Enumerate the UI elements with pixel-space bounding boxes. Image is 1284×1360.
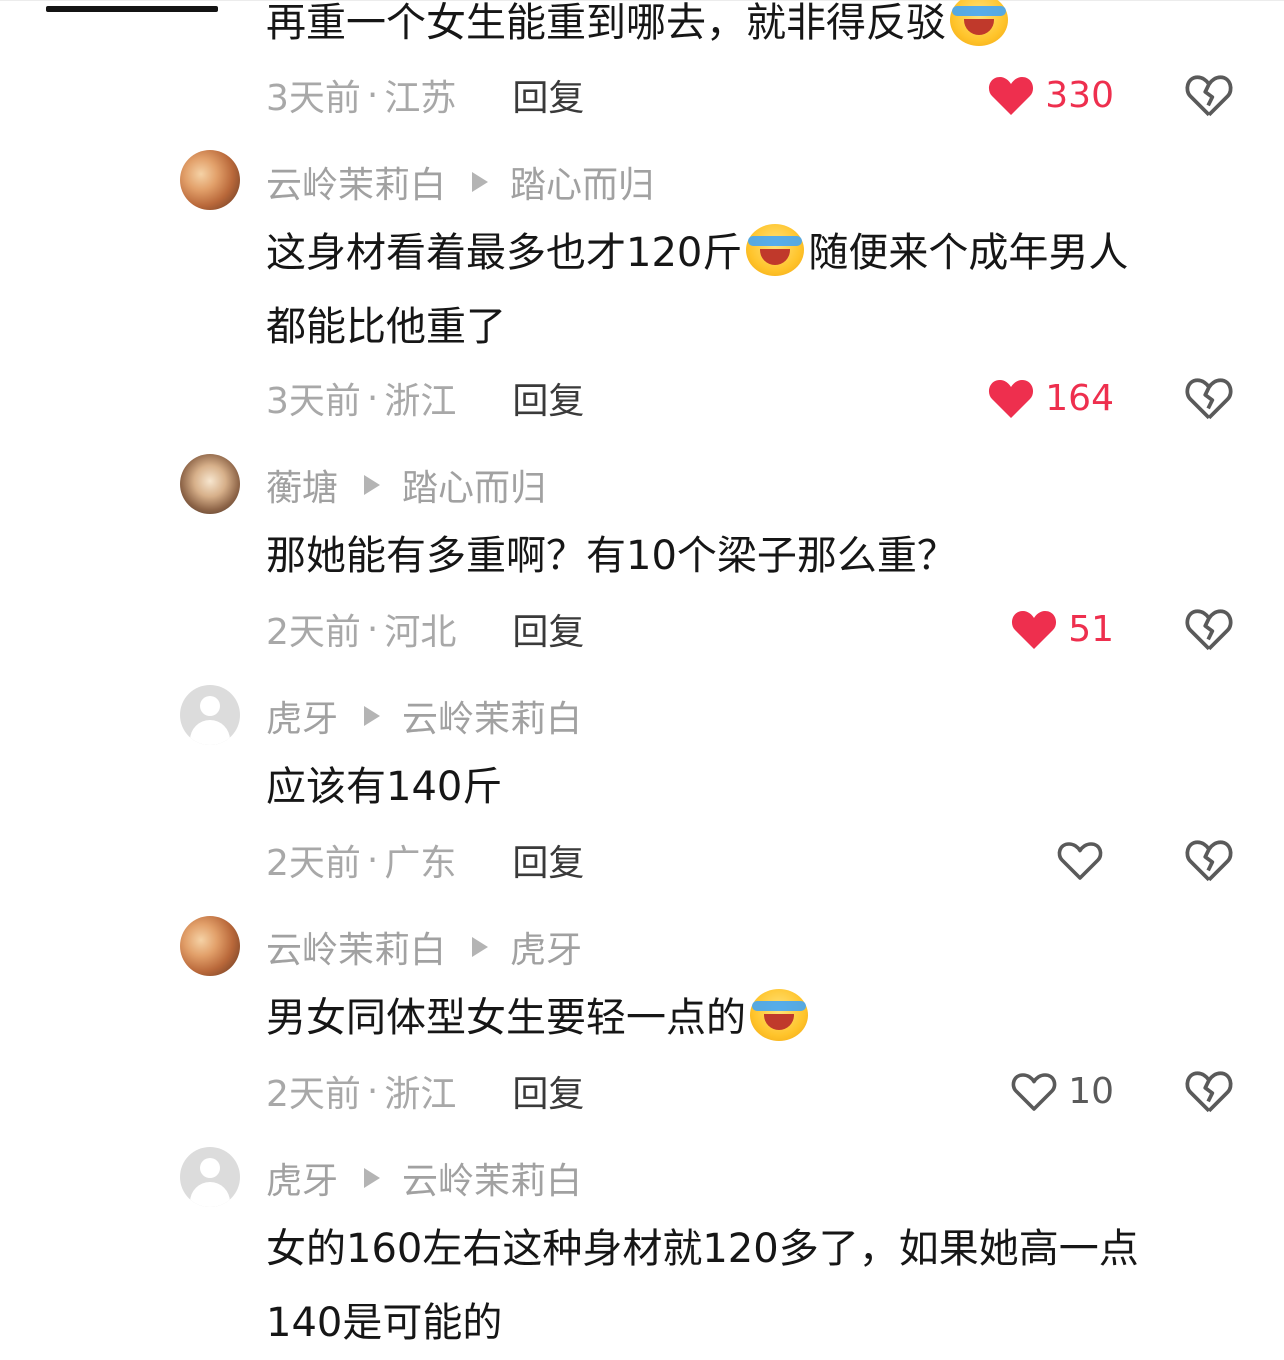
comment-text: 那她能有多重啊？有10个梁子那么重？ bbox=[266, 519, 1226, 593]
comment-text: 再重一个女生能重到哪去，就非得反驳 bbox=[266, 0, 1226, 60]
comment-text-line: 应该有140斤 bbox=[266, 764, 503, 810]
reply-button[interactable]: 回复 bbox=[512, 69, 584, 121]
avatar[interactable] bbox=[180, 1147, 240, 1207]
like-count: 10 bbox=[1068, 1070, 1114, 1112]
reply-to-author[interactable]: 虎牙 bbox=[510, 921, 582, 973]
avatar[interactable] bbox=[180, 685, 240, 745]
comment-meta: 3天前 · 江苏 回复 bbox=[266, 70, 584, 120]
comment-text-part: 再重一个女生能重到哪去，就非得反驳 bbox=[266, 0, 946, 46]
laughing-crying-emoji-icon bbox=[950, 0, 1008, 46]
avatar-head-shape bbox=[200, 696, 220, 716]
comment-text-part: 这身材看着最多也才120斤 bbox=[266, 230, 743, 276]
arrow-right-icon bbox=[364, 706, 381, 726]
meta-separator: · bbox=[366, 74, 379, 116]
reply-button[interactable]: 回复 bbox=[512, 372, 584, 424]
heart-icon bbox=[1011, 1073, 1057, 1111]
comment-text: 这身材看着最多也才120斤 随便来个成年男人 都能比他重了 bbox=[266, 216, 1226, 364]
comment-location: 江苏 bbox=[384, 78, 457, 119]
reply-button[interactable]: 回复 bbox=[512, 603, 584, 655]
heart-icon bbox=[989, 380, 1034, 418]
comment-author-line: 蘅塘 踏心而归 bbox=[266, 463, 546, 509]
comment-location: 河北 bbox=[384, 612, 457, 653]
avatar[interactable] bbox=[180, 150, 240, 210]
meta-separator: · bbox=[366, 608, 379, 650]
comment-meta: 2天前 · 河北 回复 bbox=[266, 604, 584, 654]
reply-button[interactable]: 回复 bbox=[512, 1065, 584, 1117]
heart-icon bbox=[1012, 611, 1057, 649]
comment-author-line: 虎牙 云岭茉莉白 bbox=[266, 1156, 582, 1202]
comment-text-part: 男女同体型女生要轻一点的 bbox=[266, 995, 746, 1041]
reply-button[interactable]: 回复 bbox=[512, 834, 584, 886]
like-button[interactable]: 164 bbox=[987, 373, 1114, 423]
comment-text: 应该有140斤 bbox=[266, 750, 1226, 824]
like-button[interactable]: 10 bbox=[1010, 1066, 1114, 1116]
meta-separator: · bbox=[366, 377, 379, 419]
comment-author-line: 云岭茉莉白 虎牙 bbox=[266, 925, 582, 971]
heart-icon bbox=[989, 77, 1034, 115]
avatar-head-shape bbox=[200, 1158, 220, 1178]
comment-author[interactable]: 云岭茉莉白 bbox=[266, 921, 446, 973]
comment-text-line: 140是可能的 bbox=[266, 1300, 503, 1346]
laughing-crying-emoji-icon bbox=[750, 989, 808, 1041]
avatar-body-shape bbox=[190, 1182, 230, 1207]
comment-author[interactable]: 云岭茉莉白 bbox=[266, 156, 446, 208]
like-count: 330 bbox=[1045, 74, 1114, 116]
comment-text-line: 都能比他重了 bbox=[266, 304, 506, 350]
like-count: 164 bbox=[1045, 377, 1114, 419]
avatar[interactable] bbox=[180, 916, 240, 976]
comment-text-line: 那她能有多重啊？有10个梁子那么重？ bbox=[266, 533, 957, 579]
top-indicator-bar bbox=[46, 6, 218, 12]
comment-author[interactable]: 虎牙 bbox=[266, 690, 338, 742]
avatar[interactable] bbox=[180, 454, 240, 514]
comment-author-line: 虎牙 云岭茉莉白 bbox=[266, 694, 582, 740]
arrow-right-icon bbox=[472, 937, 489, 957]
comment-location: 浙江 bbox=[384, 1074, 457, 1115]
comment-author-line: 云岭茉莉白 踏心而归 bbox=[266, 160, 654, 206]
comment-location: 广东 bbox=[384, 843, 457, 884]
comment-text: 女的160左右这种身材就120多了，如果她高一点 140是可能的 bbox=[266, 1212, 1226, 1360]
comment-time: 3天前 bbox=[266, 78, 361, 119]
avatar-body-shape bbox=[190, 720, 230, 745]
laughing-crying-emoji-icon bbox=[746, 224, 805, 276]
meta-separator: · bbox=[366, 1070, 379, 1112]
comment-author[interactable]: 蘅塘 bbox=[266, 459, 338, 511]
arrow-right-icon bbox=[364, 475, 381, 495]
comment-time: 3天前 bbox=[266, 381, 361, 422]
comment-text: 男女同体型女生要轻一点的 bbox=[266, 981, 1226, 1055]
heart-icon bbox=[1057, 842, 1103, 880]
like-button[interactable] bbox=[1056, 835, 1114, 885]
broken-heart-icon[interactable] bbox=[1184, 1068, 1234, 1114]
broken-heart-icon[interactable] bbox=[1184, 837, 1234, 883]
meta-separator: · bbox=[366, 839, 379, 881]
broken-heart-icon[interactable] bbox=[1184, 72, 1234, 118]
comment-meta: 2天前 · 广东 回复 bbox=[266, 835, 584, 885]
comment-time: 2天前 bbox=[266, 612, 361, 653]
like-count: 51 bbox=[1068, 608, 1114, 650]
comment-meta: 3天前 · 浙江 回复 bbox=[266, 373, 584, 423]
arrow-right-icon bbox=[472, 172, 489, 192]
reply-to-author[interactable]: 踏心而归 bbox=[510, 156, 654, 208]
reply-to-author[interactable]: 云岭茉莉白 bbox=[402, 1152, 582, 1204]
arrow-right-icon bbox=[364, 1168, 381, 1188]
comment-text-part: 随便来个成年男人 bbox=[808, 230, 1129, 276]
comment-author[interactable]: 虎牙 bbox=[266, 1152, 338, 1204]
comment-time: 2天前 bbox=[266, 843, 361, 884]
like-button[interactable]: 330 bbox=[987, 70, 1114, 120]
comment-text-line: 女的160左右这种身材就120多了，如果她高一点 bbox=[266, 1226, 1139, 1272]
broken-heart-icon[interactable] bbox=[1184, 375, 1234, 421]
broken-heart-icon[interactable] bbox=[1184, 606, 1234, 652]
like-button[interactable]: 51 bbox=[1010, 604, 1114, 654]
reply-to-author[interactable]: 踏心而归 bbox=[402, 459, 546, 511]
comment-meta: 2天前 · 浙江 回复 bbox=[266, 1066, 584, 1116]
reply-to-author[interactable]: 云岭茉莉白 bbox=[402, 690, 582, 742]
comment-location: 浙江 bbox=[384, 381, 457, 422]
comment-time: 2天前 bbox=[266, 1074, 361, 1115]
